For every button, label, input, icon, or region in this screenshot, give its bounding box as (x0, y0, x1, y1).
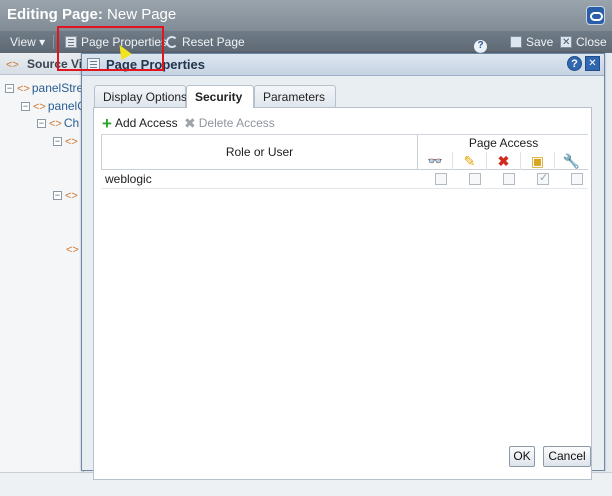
dialog-footer: OK Cancel (82, 442, 604, 470)
permission-icons-row: 👓 ✎ ✖ ▣ 🔧 (418, 152, 589, 170)
column-header-page-access: Page Access (468, 136, 539, 150)
save-icon (510, 36, 522, 48)
role-cell: weblogic (105, 172, 152, 186)
close-editor-button[interactable]: Close (560, 31, 607, 54)
component-icon: <> (66, 244, 79, 256)
collapse-icon[interactable]: − (5, 84, 14, 93)
tab-parameters[interactable]: Parameters (254, 85, 336, 107)
collapse-icon[interactable]: − (21, 102, 30, 111)
tab-display-options[interactable]: Display Options (94, 85, 187, 107)
delete-icon: ✖ (486, 152, 520, 170)
component-icon: <> (65, 190, 78, 202)
page-properties-dialog: Page Properties ? ✕ Display Options Secu… (81, 53, 605, 480)
dialog-help-button[interactable]: ? (567, 56, 582, 71)
cancel-button[interactable]: Cancel (543, 446, 591, 467)
tree-node[interactable]: <> (66, 241, 81, 257)
delete-x-icon: ✖ (184, 115, 196, 131)
view-menu[interactable]: View ▾ (10, 31, 45, 53)
table-row[interactable]: weblogic (101, 170, 588, 189)
collapse-icon[interactable]: − (53, 137, 62, 146)
permission-checkbox-delete[interactable] (503, 173, 515, 185)
permission-checkbox-edit[interactable] (469, 173, 481, 185)
component-icon: <> (17, 83, 30, 95)
delete-access-button[interactable]: ✖ Delete Access (184, 113, 275, 133)
tree-node[interactable]: − <> (53, 187, 80, 203)
column-header-role[interactable]: Role or User (101, 135, 417, 170)
component-icon: <> (49, 118, 62, 130)
toolbar-divider (53, 35, 54, 49)
permission-checkbox-manage[interactable] (571, 173, 583, 185)
tab-security[interactable]: Security (186, 85, 254, 108)
collapse-icon[interactable]: − (53, 191, 62, 200)
source-view-panel: <> Source Vi − <> panelStre − <> panelG − <> C… (0, 53, 87, 496)
customize-icon: ▣ (520, 152, 554, 170)
table-header: Role or User Page Access 👓 ✎ ✖ ▣ 🔧 (101, 134, 588, 170)
tree-node[interactable]: − <> Ch (37, 115, 79, 131)
reset-page-button[interactable]: Reset Page (166, 31, 245, 53)
add-access-button[interactable]: + Add Access (102, 113, 178, 133)
close-icon (560, 32, 572, 54)
access-table: Role or User Page Access 👓 ✎ ✖ ▣ 🔧 weblo… (101, 134, 588, 189)
security-tab-panel: + Add Access ✖ Delete Access Role or User … (93, 107, 592, 480)
column-group-page-access: Page Access 👓 ✎ ✖ ▣ 🔧 (417, 135, 588, 170)
component-icon: <> (65, 136, 78, 148)
editor-title: Editing Page: New Page (7, 6, 177, 23)
tree-node[interactable]: − <> panelStre (5, 80, 83, 96)
help-button[interactable]: ? (474, 31, 491, 53)
highlight-annotation (57, 26, 164, 71)
manage-icon: 🔧 (554, 152, 588, 170)
reset-icon (166, 36, 178, 48)
view-icon: 👓 (427, 154, 443, 168)
permission-checkbox-customize[interactable] (537, 171, 549, 185)
edit-icon: ✎ (452, 152, 486, 170)
editor-canvas-edge (604, 53, 612, 496)
component-icon: <> (33, 101, 46, 113)
save-button[interactable]: Save (510, 31, 553, 53)
collapse-icon[interactable]: − (37, 119, 46, 128)
ok-button[interactable]: OK (509, 446, 535, 467)
tree-node[interactable]: − <> panelG (21, 98, 87, 114)
permission-checkbox-view[interactable] (435, 173, 447, 185)
help-icon: ? (474, 40, 487, 53)
oracle-logo-icon[interactable] (586, 6, 605, 25)
tree-node[interactable]: − <> (53, 133, 80, 149)
source-view-icon: <> (6, 59, 19, 71)
plus-icon: + (102, 114, 112, 133)
dialog-close-button[interactable]: ✕ (585, 56, 600, 71)
